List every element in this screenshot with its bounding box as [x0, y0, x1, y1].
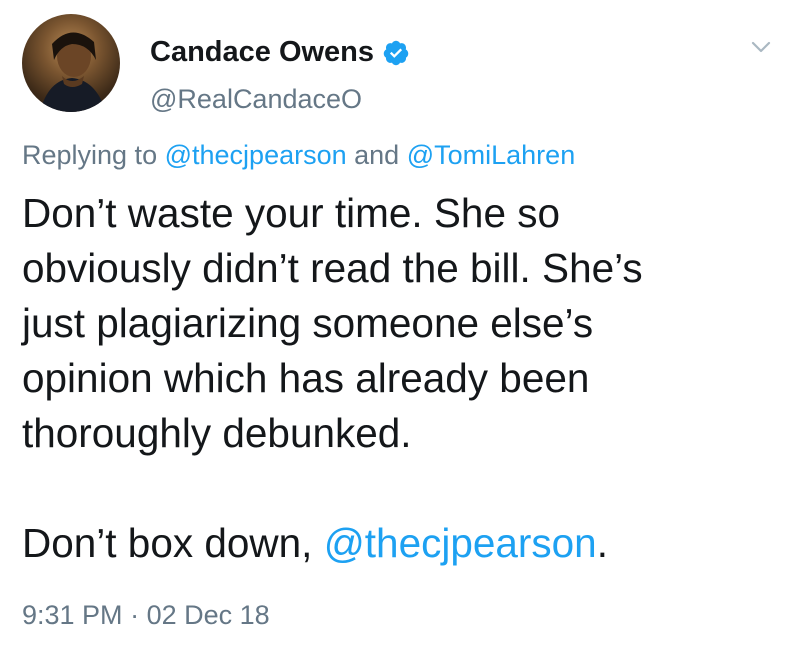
tweet-text-line: thoroughly debunked. [22, 410, 412, 456]
replying-to-line: Replying to @thecjpearson and @TomiLahre… [22, 140, 575, 171]
name-row: Candace Owens [150, 36, 410, 69]
replying-to-label: Replying to [22, 140, 158, 170]
tweet-card: Candace Owens @RealCandaceO Replying to … [0, 0, 800, 655]
reply-mention-thecjpearson[interactable]: @thecjpearson [165, 140, 347, 170]
display-name[interactable]: Candace Owens [150, 36, 374, 69]
timestamp-separator: · [130, 600, 140, 630]
tweet-date: 02 Dec 18 [146, 600, 270, 630]
tweet-text-line: Don’t waste your time. She so [22, 190, 560, 236]
reply-connector: and [354, 140, 400, 170]
tweet-text-line: opinion which has already been [22, 355, 590, 401]
tweet-timestamp[interactable]: 9:31 PM · 02 Dec 18 [22, 600, 270, 631]
tweet-text-line: obviously didn’t read the bill. She’s [22, 245, 643, 291]
tweet-text: Don’t waste your time. She so obviously … [22, 186, 782, 571]
tweet-text-prefix: Don’t box down, [22, 520, 324, 566]
tweet-text-line: just plagiarizing someone else’s [22, 300, 594, 346]
avatar[interactable] [22, 14, 120, 112]
tweet-time: 9:31 PM [22, 600, 123, 630]
verified-badge-icon [382, 39, 410, 67]
chevron-down-icon[interactable] [750, 36, 772, 58]
handle[interactable]: @RealCandaceO [150, 84, 362, 115]
tweet-header: Candace Owens @RealCandaceO [22, 14, 780, 114]
tweet-text-line: Don’t box down, @thecjpearson. [22, 516, 782, 571]
reply-mention-tomilahren[interactable]: @TomiLahren [407, 140, 576, 170]
tweet-text-suffix: . [596, 520, 608, 566]
body-mention-thecjpearson[interactable]: @thecjpearson [324, 520, 597, 566]
